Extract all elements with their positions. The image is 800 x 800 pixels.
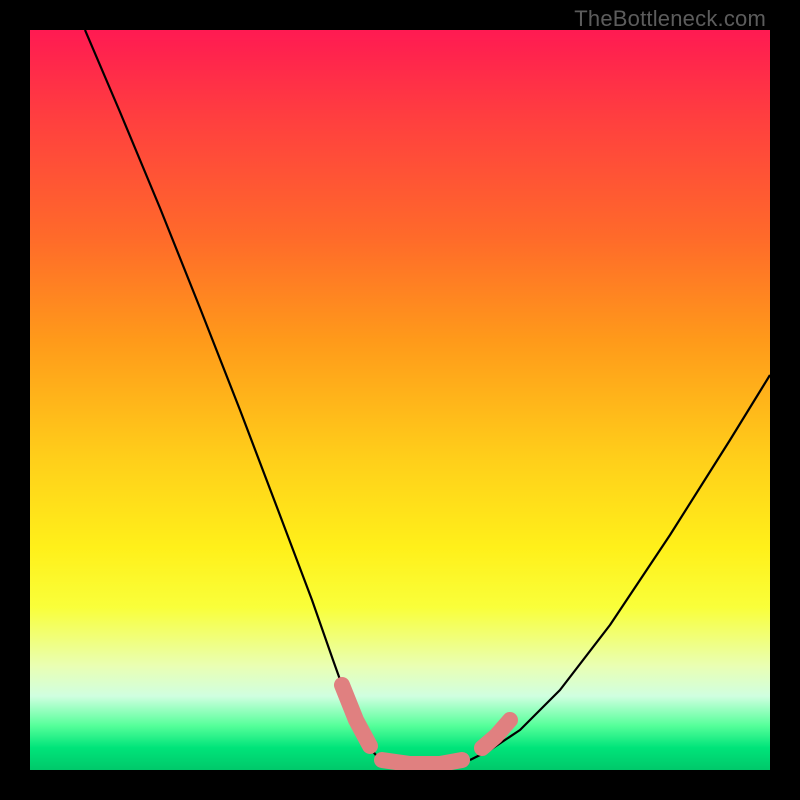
- series-pink-segment-left: [342, 685, 370, 746]
- watermark-text: TheBottleneck.com: [574, 6, 766, 32]
- series-right-branch: [470, 375, 770, 760]
- series-pink-segment-floor: [382, 760, 462, 764]
- chart-plot-area: [30, 30, 770, 770]
- chart-svg: [30, 30, 770, 770]
- series-left-branch: [85, 30, 380, 760]
- series-pink-segment-right: [482, 720, 510, 748]
- chart-frame: TheBottleneck.com: [0, 0, 800, 800]
